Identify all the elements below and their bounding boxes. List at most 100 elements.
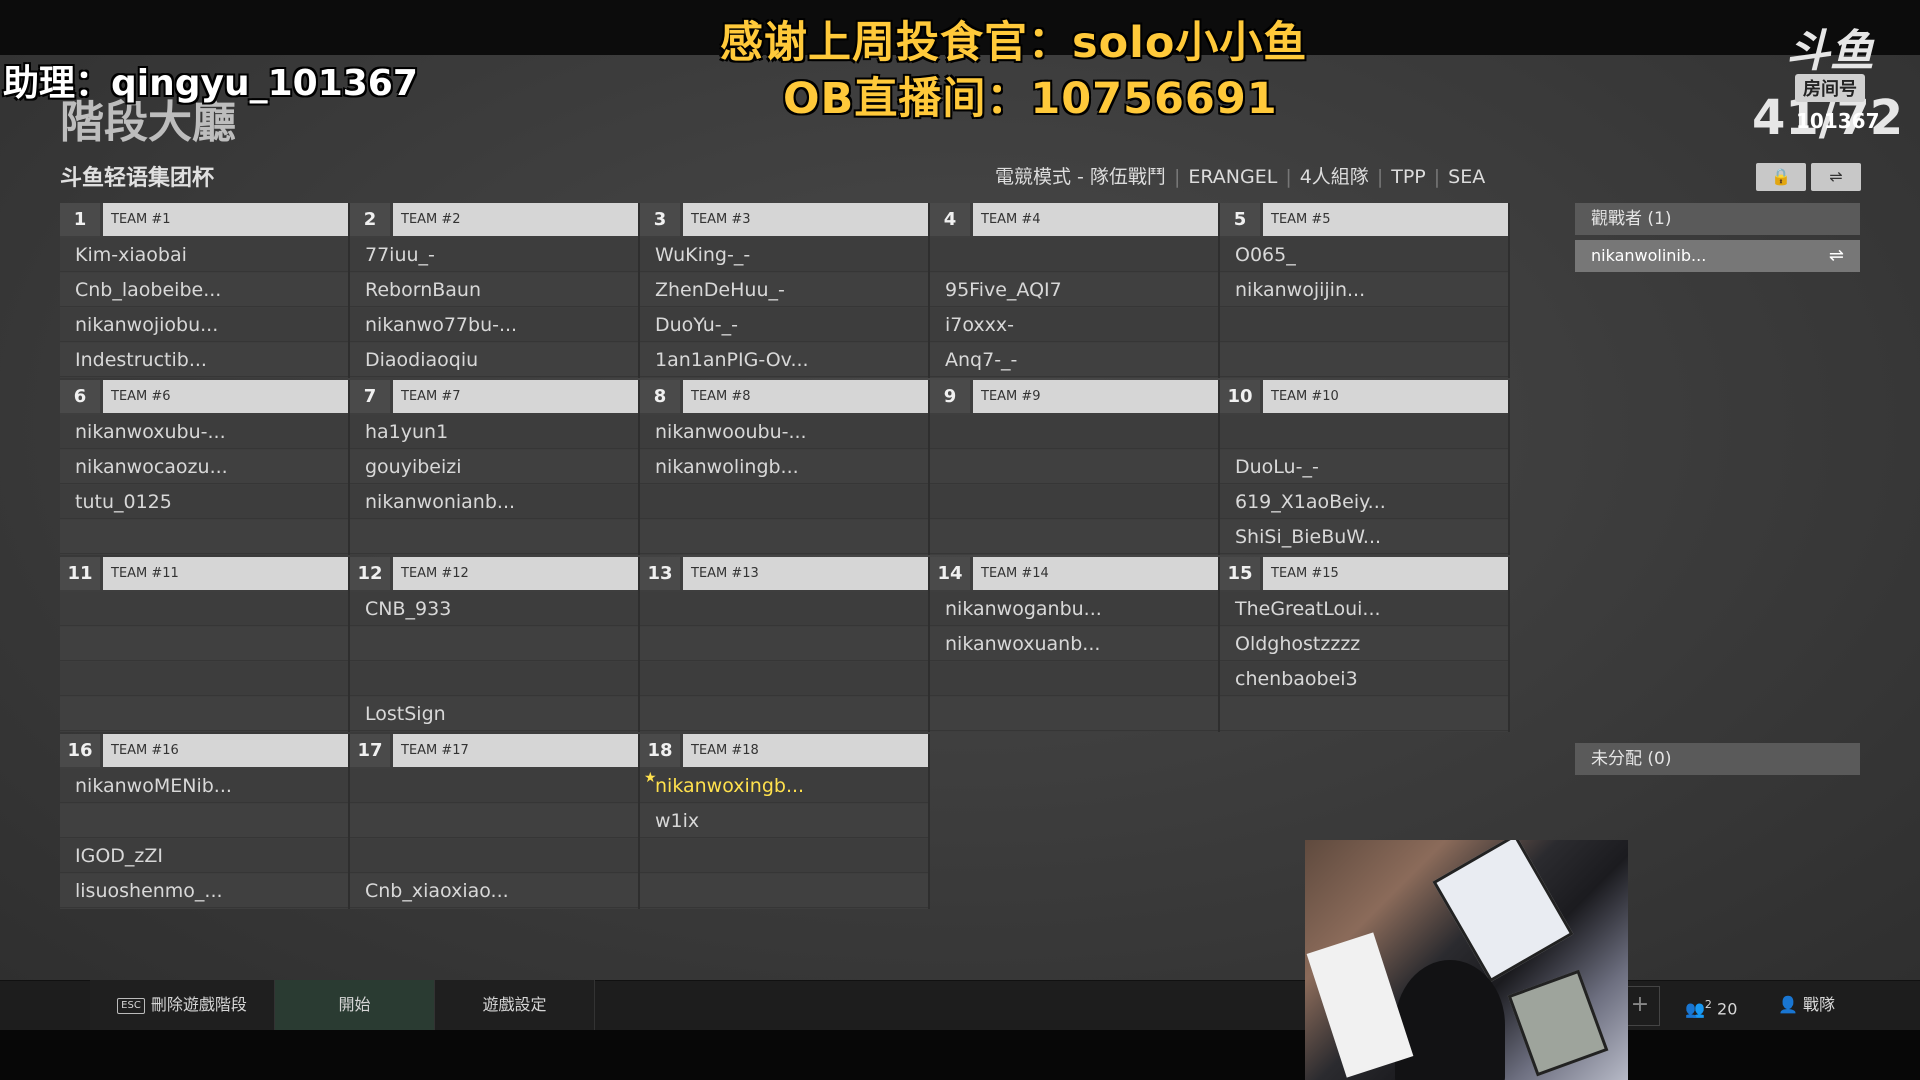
player-slot[interactable]: Diaodiaoqiu — [350, 343, 638, 377]
unassigned-header[interactable]: 未分配 (0) — [1575, 743, 1860, 775]
team-header[interactable]: 13 TEAM #13 — [640, 557, 928, 590]
player-slot[interactable] — [350, 769, 638, 803]
team-header[interactable]: 2 TEAM #2 — [350, 203, 638, 236]
player-slot[interactable]: nikanwonianb... — [350, 485, 638, 519]
player-slot[interactable] — [640, 697, 928, 731]
player-slot[interactable] — [640, 485, 928, 519]
team-header[interactable]: 4 TEAM #4 — [930, 203, 1218, 236]
team-header[interactable]: 7 TEAM #7 — [350, 380, 638, 413]
player-slot[interactable] — [640, 662, 928, 696]
player-slot[interactable]: ZhenDeHuu_- — [640, 273, 928, 307]
player-slot[interactable] — [640, 839, 928, 873]
player-slot[interactable]: ShiSi_BieBuW... — [1220, 520, 1508, 554]
player-slot[interactable]: IGOD_zZI — [60, 839, 348, 873]
team-header[interactable]: 16 TEAM #16 — [60, 734, 348, 767]
player-slot[interactable] — [350, 804, 638, 838]
player-slot[interactable]: chenbaobei3 — [1220, 662, 1508, 696]
player-slot[interactable] — [350, 627, 638, 661]
player-slot[interactable] — [60, 520, 348, 554]
player-slot[interactable] — [350, 662, 638, 696]
player-slot[interactable] — [930, 697, 1218, 731]
player-slot[interactable] — [60, 592, 348, 626]
game-settings-button[interactable]: 遊戲設定 — [435, 980, 595, 1030]
spectators-header[interactable]: 觀戰者 (1) — [1575, 203, 1860, 235]
player-slot[interactable]: tutu_0125 — [60, 485, 348, 519]
team-header[interactable]: 6 TEAM #6 — [60, 380, 348, 413]
team-header[interactable]: 10 TEAM #10 — [1220, 380, 1508, 413]
team-header[interactable]: 9 TEAM #9 — [930, 380, 1218, 413]
player-slot[interactable] — [60, 627, 348, 661]
player-slot[interactable]: w1ix — [640, 804, 928, 838]
player-slot[interactable]: nikanwoxuanb... — [930, 627, 1218, 661]
player-slot[interactable]: nikanwojijin... — [1220, 273, 1508, 307]
player-slot[interactable]: TheGreatLoui... — [1220, 592, 1508, 626]
player-slot[interactable] — [350, 520, 638, 554]
player-slot[interactable]: nikanwo77bu-... — [350, 308, 638, 342]
player-slot[interactable] — [930, 662, 1218, 696]
player-slot[interactable]: nikanwolingb... — [640, 450, 928, 484]
swap-button[interactable]: ⇌ — [1811, 163, 1861, 191]
player-slot[interactable]: gouyibeizi — [350, 450, 638, 484]
player-slot[interactable]: O065_ — [1220, 238, 1508, 272]
player-slot[interactable] — [930, 238, 1218, 272]
player-slot[interactable]: ha1yun1 — [350, 415, 638, 449]
player-slot[interactable]: ★ nikanwoxingb... — [640, 769, 928, 803]
player-slot[interactable]: 1an1anPIG-Ov... — [640, 343, 928, 377]
delete-session-button[interactable]: ESC 刪除遊戲階段 — [90, 980, 275, 1030]
player-slot[interactable] — [1220, 308, 1508, 342]
people-count[interactable]: 👥2 20 — [1685, 980, 1737, 1030]
team-header[interactable]: 5 TEAM #5 — [1220, 203, 1508, 236]
player-slot[interactable]: Oldghostzzzz — [1220, 627, 1508, 661]
player-slot[interactable] — [1220, 415, 1508, 449]
player-slot[interactable]: RebornBaun — [350, 273, 638, 307]
player-slot[interactable] — [640, 627, 928, 661]
spectator-item[interactable]: nikanwolinib... ⇌ — [1575, 240, 1860, 272]
player-slot[interactable]: Indestructib... — [60, 343, 348, 377]
team-header[interactable]: 3 TEAM #3 — [640, 203, 928, 236]
player-slot[interactable]: 619_X1aoBeiy... — [1220, 485, 1508, 519]
team-header[interactable]: 14 TEAM #14 — [930, 557, 1218, 590]
player-slot[interactable]: WuKing-_- — [640, 238, 928, 272]
team-button[interactable]: 👤 戰隊 — [1778, 980, 1835, 1030]
team-header[interactable]: 15 TEAM #15 — [1220, 557, 1508, 590]
player-slot[interactable]: Cnb_laobeibe... — [60, 273, 348, 307]
player-slot[interactable]: Kim-xiaobai — [60, 238, 348, 272]
swap-icon[interactable]: ⇌ — [1829, 240, 1844, 272]
player-slot[interactable] — [60, 804, 348, 838]
player-slot[interactable]: nikanwoxubu-... — [60, 415, 348, 449]
player-slot[interactable] — [930, 450, 1218, 484]
player-slot[interactable] — [930, 485, 1218, 519]
player-slot[interactable] — [1220, 697, 1508, 731]
player-slot[interactable]: nikanwooubu-... — [640, 415, 928, 449]
player-slot[interactable]: nikanwocaozu... — [60, 450, 348, 484]
lock-button[interactable]: 🔒 — [1756, 163, 1806, 191]
player-slot[interactable]: 77iuu_- — [350, 238, 638, 272]
player-slot[interactable]: DuoYu-_- — [640, 308, 928, 342]
player-slot[interactable]: Cnb_xiaoxiao... — [350, 874, 638, 908]
player-slot[interactable]: nikanwoMENib... — [60, 769, 348, 803]
player-slot[interactable] — [640, 874, 928, 908]
team-header[interactable]: 12 TEAM #12 — [350, 557, 638, 590]
player-slot[interactable]: nikanwoganbu... — [930, 592, 1218, 626]
player-slot[interactable]: 95Five_AQI7 — [930, 273, 1218, 307]
player-slot[interactable] — [1220, 343, 1508, 377]
player-slot[interactable] — [930, 520, 1218, 554]
player-slot[interactable] — [930, 415, 1218, 449]
player-slot[interactable] — [640, 592, 928, 626]
player-slot[interactable] — [60, 662, 348, 696]
player-slot[interactable]: LostSign — [350, 697, 638, 731]
player-slot[interactable]: Anq7-_- — [930, 343, 1218, 377]
team-header[interactable]: 17 TEAM #17 — [350, 734, 638, 767]
start-button[interactable]: 開始 — [275, 980, 435, 1030]
player-slot[interactable] — [60, 697, 348, 731]
player-slot[interactable]: i7oxxx- — [930, 308, 1218, 342]
player-slot[interactable]: nikanwojiobu... — [60, 308, 348, 342]
player-slot[interactable] — [640, 520, 928, 554]
team-header[interactable]: 1 TEAM #1 — [60, 203, 348, 236]
team-header[interactable]: 11 TEAM #11 — [60, 557, 348, 590]
team-header[interactable]: 8 TEAM #8 — [640, 380, 928, 413]
player-slot[interactable]: lisuoshenmo_... — [60, 874, 348, 908]
player-slot[interactable]: DuoLu-_- — [1220, 450, 1508, 484]
player-slot[interactable]: CNB_933 — [350, 592, 638, 626]
team-header[interactable]: 18 TEAM #18 — [640, 734, 928, 767]
